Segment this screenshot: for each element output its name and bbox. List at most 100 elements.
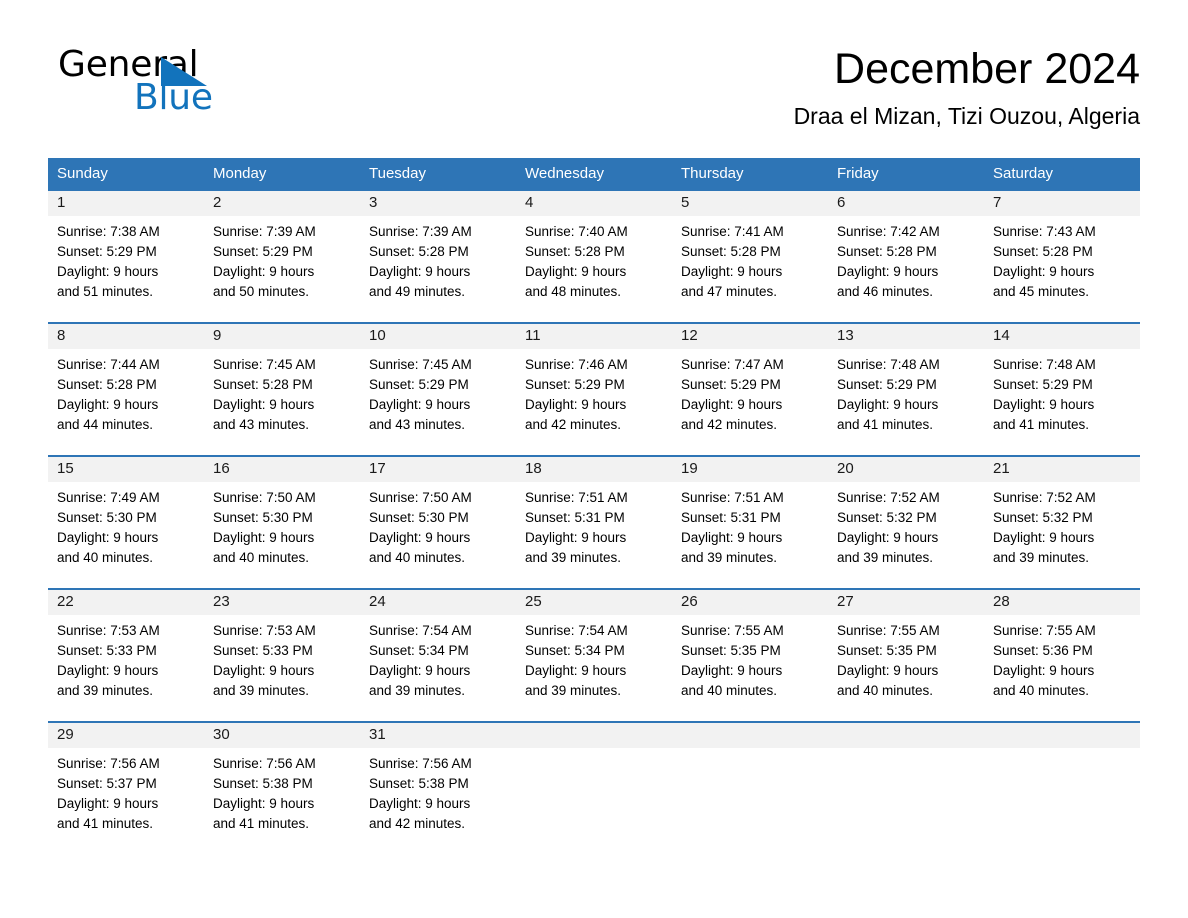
calendar-day-cell[interactable]: 8 Sunrise: 7:44 AM Sunset: 5:28 PM Dayli… [48, 324, 204, 455]
calendar-day-cell[interactable]: 15 Sunrise: 7:49 AM Sunset: 5:30 PM Dayl… [48, 457, 204, 588]
sunrise-text: Sunrise: 7:55 AM [993, 623, 1096, 638]
day-details: Sunrise: 7:56 AM Sunset: 5:38 PM Dayligh… [369, 754, 516, 834]
calendar-week-row: 29 Sunrise: 7:56 AM Sunset: 5:37 PM Dayl… [48, 721, 1140, 854]
calendar-week-row: 1 Sunrise: 7:38 AM Sunset: 5:29 PM Dayli… [48, 189, 1140, 322]
calendar-day-cell[interactable]: 23 Sunrise: 7:53 AM Sunset: 5:33 PM Dayl… [204, 590, 360, 721]
day-number: 30 [213, 726, 230, 743]
daylight-line2: and 51 minutes. [57, 284, 154, 299]
daylight-line2: and 42 minutes. [681, 417, 778, 432]
calendar-day-cell[interactable]: 17 Sunrise: 7:50 AM Sunset: 5:30 PM Dayl… [360, 457, 516, 588]
calendar-day-cell[interactable]: 4 Sunrise: 7:40 AM Sunset: 5:28 PM Dayli… [516, 191, 672, 322]
sunset-text: Sunset: 5:31 PM [525, 510, 625, 525]
day-details: Sunrise: 7:51 AM Sunset: 5:31 PM Dayligh… [525, 488, 672, 568]
daylight-line2: and 39 minutes. [837, 550, 934, 565]
day-details: Sunrise: 7:49 AM Sunset: 5:30 PM Dayligh… [57, 488, 204, 568]
sunrise-text: Sunrise: 7:53 AM [213, 623, 316, 638]
day-details: Sunrise: 7:55 AM Sunset: 5:35 PM Dayligh… [837, 621, 984, 701]
sunset-text: Sunset: 5:30 PM [57, 510, 157, 525]
daylight-line2: and 46 minutes. [837, 284, 934, 299]
sunset-text: Sunset: 5:36 PM [993, 643, 1093, 658]
page-header: General Blue December 2024 Draa el Mizan… [48, 0, 1140, 130]
calendar-day-cell[interactable]: 7 Sunrise: 7:43 AM Sunset: 5:28 PM Dayli… [984, 191, 1140, 322]
sunset-text: Sunset: 5:32 PM [837, 510, 937, 525]
day-number: 23 [213, 593, 230, 610]
day-number: 31 [369, 726, 386, 743]
calendar-day-cell[interactable]: 3 Sunrise: 7:39 AM Sunset: 5:28 PM Dayli… [360, 191, 516, 322]
calendar-day-cell[interactable]: 1 Sunrise: 7:38 AM Sunset: 5:29 PM Dayli… [48, 191, 204, 322]
calendar-day-cell[interactable]: 29 Sunrise: 7:56 AM Sunset: 5:37 PM Dayl… [48, 723, 204, 854]
daylight-line2: and 39 minutes. [57, 683, 154, 698]
calendar-day-cell[interactable]: 9 Sunrise: 7:45 AM Sunset: 5:28 PM Dayli… [204, 324, 360, 455]
day-number: 12 [681, 327, 698, 344]
calendar-day-cell[interactable]: 16 Sunrise: 7:50 AM Sunset: 5:30 PM Dayl… [204, 457, 360, 588]
day-details: Sunrise: 7:42 AM Sunset: 5:28 PM Dayligh… [837, 222, 984, 302]
day-number: 9 [213, 327, 222, 344]
sunset-text: Sunset: 5:29 PM [837, 377, 937, 392]
sunrise-text: Sunrise: 7:46 AM [525, 357, 628, 372]
calendar-day-cell[interactable]: 11 Sunrise: 7:46 AM Sunset: 5:29 PM Dayl… [516, 324, 672, 455]
daylight-line2: and 39 minutes. [213, 683, 310, 698]
sunrise-text: Sunrise: 7:41 AM [681, 224, 784, 239]
daylight-line1: Daylight: 9 hours [837, 530, 939, 545]
calendar-day-cell[interactable]: 2 Sunrise: 7:39 AM Sunset: 5:29 PM Dayli… [204, 191, 360, 322]
calendar-day-cell[interactable]: 18 Sunrise: 7:51 AM Sunset: 5:31 PM Dayl… [516, 457, 672, 588]
calendar-day-cell[interactable]: 12 Sunrise: 7:47 AM Sunset: 5:29 PM Dayl… [672, 324, 828, 455]
day-details: Sunrise: 7:50 AM Sunset: 5:30 PM Dayligh… [369, 488, 516, 568]
sunset-text: Sunset: 5:31 PM [681, 510, 781, 525]
calendar-day-cell[interactable]: 24 Sunrise: 7:54 AM Sunset: 5:34 PM Dayl… [360, 590, 516, 721]
daylight-line2: and 40 minutes. [213, 550, 310, 565]
sunrise-text: Sunrise: 7:38 AM [57, 224, 160, 239]
calendar-table: Sunday Monday Tuesday Wednesday Thursday… [48, 158, 1140, 854]
day-number: 5 [681, 194, 690, 211]
daylight-line1: Daylight: 9 hours [681, 663, 783, 678]
calendar-week-row: 15 Sunrise: 7:49 AM Sunset: 5:30 PM Dayl… [48, 455, 1140, 588]
calendar-day-cell[interactable]: 5 Sunrise: 7:41 AM Sunset: 5:28 PM Dayli… [672, 191, 828, 322]
sunset-text: Sunset: 5:34 PM [369, 643, 469, 658]
day-number: 6 [837, 194, 846, 211]
sunset-text: Sunset: 5:29 PM [369, 377, 469, 392]
generalblue-logo[interactable]: General Blue [58, 45, 358, 118]
sunrise-text: Sunrise: 7:55 AM [681, 623, 784, 638]
daylight-line2: and 40 minutes. [681, 683, 778, 698]
daylight-line1: Daylight: 9 hours [213, 264, 315, 279]
day-details: Sunrise: 7:47 AM Sunset: 5:29 PM Dayligh… [681, 355, 828, 435]
day-details: Sunrise: 7:55 AM Sunset: 5:36 PM Dayligh… [993, 621, 1140, 701]
day-details: Sunrise: 7:55 AM Sunset: 5:35 PM Dayligh… [681, 621, 828, 701]
sunrise-text: Sunrise: 7:55 AM [837, 623, 940, 638]
daylight-line1: Daylight: 9 hours [681, 530, 783, 545]
weekday-header-tuesday: Tuesday [369, 165, 426, 182]
calendar-day-cell[interactable]: 28 Sunrise: 7:55 AM Sunset: 5:36 PM Dayl… [984, 590, 1140, 721]
daylight-line1: Daylight: 9 hours [369, 397, 471, 412]
page-title: December 2024 [834, 45, 1140, 93]
sunrise-text: Sunrise: 7:45 AM [369, 357, 472, 372]
sunrise-text: Sunrise: 7:50 AM [369, 490, 472, 505]
daylight-line1: Daylight: 9 hours [57, 663, 159, 678]
sunset-text: Sunset: 5:28 PM [525, 244, 625, 259]
daylight-line1: Daylight: 9 hours [681, 397, 783, 412]
day-details: Sunrise: 7:54 AM Sunset: 5:34 PM Dayligh… [525, 621, 672, 701]
calendar-day-cell[interactable]: 6 Sunrise: 7:42 AM Sunset: 5:28 PM Dayli… [828, 191, 984, 322]
calendar-day-cell[interactable]: 10 Sunrise: 7:45 AM Sunset: 5:29 PM Dayl… [360, 324, 516, 455]
calendar-day-cell[interactable]: 26 Sunrise: 7:55 AM Sunset: 5:35 PM Dayl… [672, 590, 828, 721]
calendar-day-cell[interactable]: 30 Sunrise: 7:56 AM Sunset: 5:38 PM Dayl… [204, 723, 360, 854]
sunset-text: Sunset: 5:29 PM [213, 244, 313, 259]
sunset-text: Sunset: 5:29 PM [57, 244, 157, 259]
calendar-day-cell[interactable]: 21 Sunrise: 7:52 AM Sunset: 5:32 PM Dayl… [984, 457, 1140, 588]
calendar-day-cell[interactable]: 22 Sunrise: 7:53 AM Sunset: 5:33 PM Dayl… [48, 590, 204, 721]
daylight-line2: and 40 minutes. [993, 683, 1090, 698]
sunset-text: Sunset: 5:28 PM [837, 244, 937, 259]
calendar-day-cell[interactable]: 14 Sunrise: 7:48 AM Sunset: 5:29 PM Dayl… [984, 324, 1140, 455]
calendar-day-cell[interactable]: 19 Sunrise: 7:51 AM Sunset: 5:31 PM Dayl… [672, 457, 828, 588]
day-number: 18 [525, 460, 542, 477]
calendar-day-cell[interactable]: 13 Sunrise: 7:48 AM Sunset: 5:29 PM Dayl… [828, 324, 984, 455]
day-number: 3 [369, 194, 378, 211]
calendar-day-cell[interactable]: 31 Sunrise: 7:56 AM Sunset: 5:38 PM Dayl… [360, 723, 516, 854]
daylight-line1: Daylight: 9 hours [369, 796, 471, 811]
weekday-header-friday: Friday [837, 165, 879, 182]
daylight-line2: and 40 minutes. [837, 683, 934, 698]
daylight-line2: and 42 minutes. [369, 816, 466, 831]
sunset-text: Sunset: 5:28 PM [369, 244, 469, 259]
calendar-day-cell[interactable]: 20 Sunrise: 7:52 AM Sunset: 5:32 PM Dayl… [828, 457, 984, 588]
calendar-day-cell[interactable]: 25 Sunrise: 7:54 AM Sunset: 5:34 PM Dayl… [516, 590, 672, 721]
calendar-day-cell[interactable]: 27 Sunrise: 7:55 AM Sunset: 5:35 PM Dayl… [828, 590, 984, 721]
